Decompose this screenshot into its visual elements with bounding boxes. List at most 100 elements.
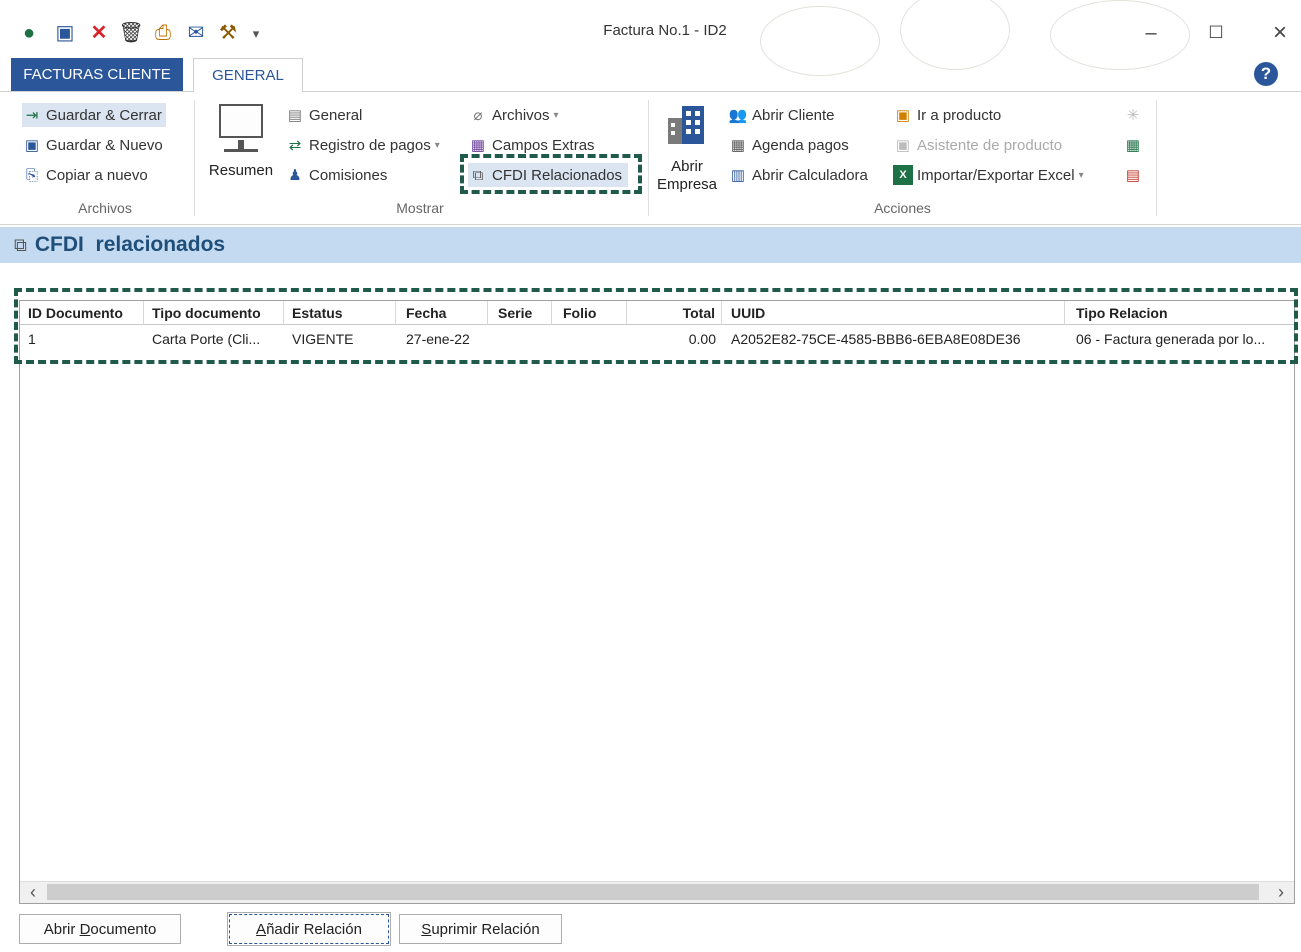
section-title: CFDI relacionados <box>34 233 226 256</box>
ribbon-separator <box>648 100 649 216</box>
guardar-cerrar-label: Guardar & Cerrar <box>46 106 162 124</box>
archivos-button[interactable]: ⌀ Archivos ▾ <box>468 103 558 127</box>
campos-extras-label: Campos Extras <box>492 136 595 154</box>
trash-icon[interactable]: 🗑 <box>118 22 143 44</box>
abrir-empresa-label-line2: Empresa <box>656 176 718 193</box>
guardar-nuevo-label: Guardar & Nuevo <box>46 136 163 154</box>
building-icon <box>668 106 704 144</box>
ribbon: ⇥ Guardar & Cerrar ▣ Guardar & Nuevo ⎘ C… <box>0 91 1301 225</box>
ribbon-separator <box>194 100 195 216</box>
save-close-icon: ⇥ <box>25 107 39 124</box>
highlight-cfdi-button <box>460 154 642 194</box>
abrir-documento-label-a: Abrir <box>43 920 80 938</box>
document-icon: ▤ <box>287 107 303 124</box>
payments-icon: ⇄ <box>288 137 302 154</box>
wizard-icon: ▣ <box>895 137 911 154</box>
suprimir-relacion-button[interactable]: Suprimir Relación <box>399 914 562 944</box>
excel-icon: X <box>893 165 913 185</box>
abrir-empresa-label: Abrir Empresa <box>652 158 722 194</box>
resumen-label: Resumen <box>208 162 274 179</box>
table-export-icon[interactable]: ▦ <box>1123 135 1143 155</box>
ir-producto-button[interactable]: ▣ Ir a producto <box>893 103 1001 127</box>
highlight-table-row <box>14 288 1298 364</box>
email-icon[interactable]: ✉ <box>185 22 207 44</box>
group-label-acciones: Acciones <box>874 200 931 216</box>
save-icon[interactable]: ▣ <box>54 22 76 44</box>
group-label-archivos: Archivos <box>78 200 132 216</box>
importar-exportar-label: Importar/Exportar Excel <box>917 166 1075 184</box>
tab-general[interactable]: GENERAL <box>193 58 303 92</box>
asistente-producto-label: Asistente de producto <box>917 136 1063 154</box>
tools-icon[interactable]: ⚒ <box>217 22 239 44</box>
suprimir-relacion-accesskey: S <box>421 920 432 938</box>
paperclip-icon: ⌀ <box>473 107 483 124</box>
suprimir-relacion-label: uprimir Relación <box>431 920 540 938</box>
archivos-label: Archivos <box>492 106 550 124</box>
help-icon[interactable]: ? <box>1254 62 1278 86</box>
registro-pagos-button[interactable]: ⇄ Registro de pagos ▾ <box>285 133 440 157</box>
copiar-nuevo-label: Copiar a nuevo <box>46 166 148 184</box>
cfdi-table[interactable]: ID Documento Tipo documento Estatus Fech… <box>19 300 1295 904</box>
abrir-documento-button[interactable]: Abrir Documento <box>19 914 181 944</box>
importar-exportar-button[interactable]: X Importar/Exportar Excel ▾ <box>893 163 1084 187</box>
save-new-icon: ▣ <box>24 137 40 154</box>
abrir-documento-accesskey: D <box>79 920 91 938</box>
decorative-swirl <box>900 0 1010 70</box>
maximize-button[interactable]: ☐ <box>1198 18 1234 48</box>
fields-icon: ▦ <box>470 137 486 154</box>
abrir-cliente-button[interactable]: 👥 Abrir Cliente <box>728 103 835 127</box>
monitor-base <box>224 149 258 152</box>
guardar-cerrar-button[interactable]: ⇥ Guardar & Cerrar <box>22 103 166 127</box>
abrir-calculadora-label: Abrir Calculadora <box>752 166 868 184</box>
delete-icon[interactable]: ✕ <box>88 22 110 44</box>
chevron-down-icon: ▾ <box>1078 169 1084 181</box>
group-label-mostrar: Mostrar <box>396 200 444 216</box>
abrir-empresa-button[interactable]: Abrir Empresa <box>652 98 722 198</box>
chevron-down-icon: ▾ <box>434 139 440 151</box>
quick-access-dropdown-icon[interactable]: ▾ <box>245 22 267 44</box>
scroll-right-icon[interactable]: › <box>1270 881 1292 903</box>
comisiones-button[interactable]: ♟ Comisiones <box>285 163 387 187</box>
resumen-button[interactable]: Resumen <box>204 98 278 190</box>
commissions-icon: ♟ <box>288 167 302 184</box>
decorative-swirl <box>760 6 880 76</box>
users-icon: 👥 <box>728 107 748 124</box>
calendar-icon: ▦ <box>730 137 746 154</box>
calculator-icon: ▥ <box>730 167 746 184</box>
guardar-nuevo-button[interactable]: ▣ Guardar & Nuevo <box>22 133 163 157</box>
agenda-pagos-label: Agenda pagos <box>752 136 849 154</box>
report-icon[interactable]: ▤ <box>1123 165 1143 185</box>
related-docs-icon: ⧉ <box>14 234 27 255</box>
comisiones-label: Comisiones <box>309 166 388 184</box>
close-button[interactable]: × <box>1262 18 1298 48</box>
scroll-left-icon[interactable]: ‹ <box>22 881 44 903</box>
general-button[interactable]: ▤ General <box>285 103 362 127</box>
minimize-button[interactable]: – <box>1133 18 1169 48</box>
abrir-documento-label-b: ocumento <box>90 920 157 938</box>
copiar-nuevo-button[interactable]: ⎘ Copiar a nuevo <box>22 163 148 187</box>
tab-facturas-cliente[interactable]: FACTURAS CLIENTE <box>11 58 183 91</box>
registro-pagos-label: Registro de pagos <box>309 136 431 154</box>
copy-icon: ⎘ <box>25 166 38 184</box>
ribbon-separator <box>1156 100 1157 216</box>
anadir-relacion-label: ñadir Relación <box>266 920 362 938</box>
title-bar: ● ▣ ✕ 🗑 ⎙ ✉ ⚒ ▾ Factura No.1 - ID2 – ☐ × <box>0 0 1301 76</box>
window-title: Factura No.1 - ID2 <box>603 22 727 39</box>
scrollbar-thumb[interactable] <box>47 884 1259 900</box>
anadir-relacion-accesskey: A <box>256 920 267 938</box>
asistente-producto-button[interactable]: ▣ Asistente de producto <box>893 133 1062 157</box>
monitor-icon <box>219 104 263 138</box>
anadir-relacion-button[interactable]: Añadir Relación <box>227 912 391 946</box>
abrir-empresa-label-line1: Abrir <box>671 158 703 175</box>
product-icon: ▣ <box>895 107 911 124</box>
abrir-calculadora-button[interactable]: ▥ Abrir Calculadora <box>728 163 868 187</box>
section-header: ⧉ CFDI relacionados <box>0 227 1301 263</box>
print-icon[interactable]: ⎙ <box>152 22 174 44</box>
decorative-swirl <box>1050 0 1190 70</box>
agenda-pagos-button[interactable]: ▦ Agenda pagos <box>728 133 849 157</box>
app-icon[interactable]: ● <box>18 22 40 44</box>
general-label: General <box>309 106 363 124</box>
abrir-cliente-label: Abrir Cliente <box>752 106 835 124</box>
ir-producto-label: Ir a producto <box>917 106 1002 124</box>
network-icon[interactable]: ✳ <box>1123 105 1143 125</box>
